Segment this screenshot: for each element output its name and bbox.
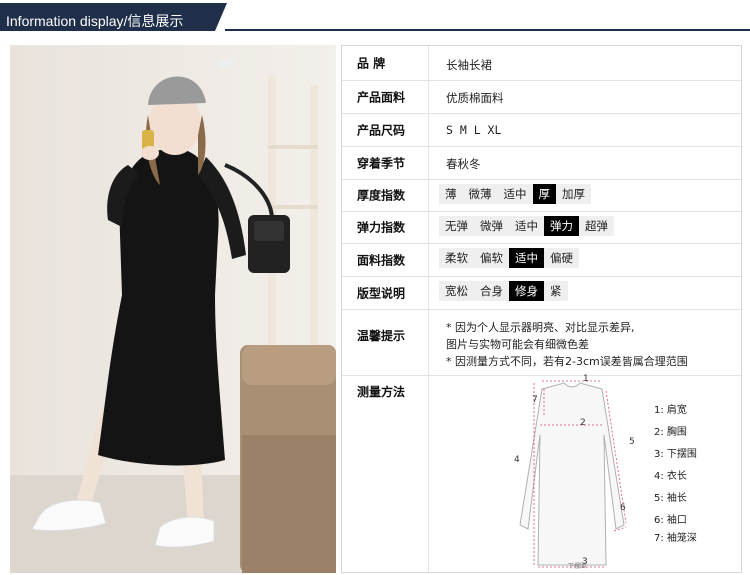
scale-row-softness: 面料指数 柔软 偏软 适中 偏硬 — [342, 243, 741, 277]
section-header: Information display/信息展示 — [0, 0, 750, 34]
measure-point: 4 — [514, 455, 520, 465]
measure-legend-item: 3: 下摆围 — [654, 449, 697, 460]
scale-row-fit: 版型说明 宽松 合身 修身紧 — [342, 276, 741, 310]
scale-options: 柔软 偏软 适中 偏硬 — [439, 248, 579, 268]
header-underline — [225, 29, 750, 31]
scale-row-thickness: 厚度指数 薄微薄 适中厚加厚 — [342, 179, 741, 212]
scale-option: 偏软 — [480, 251, 503, 265]
scale-options: 宽松 合身 修身紧 — [439, 281, 568, 301]
scale-option: 适中 — [515, 219, 538, 233]
spec-row-season: 穿着季节 春秋冬 — [342, 146, 741, 180]
scale-label: 版型说明 — [357, 286, 406, 300]
scale-row-elasticity: 弹力指数 无弹 微弹 适中 弹力 超弹 — [342, 211, 741, 244]
notice-label: 温馨提示 — [357, 329, 406, 343]
measure-point: 5 — [629, 437, 635, 447]
measure-label: 测量方法 — [357, 385, 406, 399]
scale-option: 薄 — [445, 187, 457, 201]
product-photo — [10, 45, 336, 573]
scale-option-selected: 厚 — [532, 184, 556, 204]
spec-label: 产品面料 — [357, 90, 406, 104]
scale-option-selected: 适中 — [509, 248, 544, 268]
spec-label: 穿着季节 — [357, 156, 406, 170]
spec-value: S M L XL — [446, 123, 502, 137]
scale-options: 薄微薄 适中厚加厚 — [439, 184, 591, 204]
measure-point: 7 — [532, 395, 538, 405]
spec-row-sizes: 产品尺码 S M L XL — [342, 113, 741, 147]
scale-options: 无弹 微弹 适中 弹力 超弹 — [439, 216, 614, 236]
scale-option: 合身 — [480, 284, 503, 298]
measure-legend-item: 1: 肩宽 — [654, 405, 687, 416]
measure-legend-item: 4: 衣长 — [654, 471, 687, 482]
header-tab: Information display/信息展示 — [0, 3, 227, 31]
spec-label: 产品尺码 — [357, 123, 406, 137]
measure-point: 2 — [580, 418, 586, 428]
scale-option-selected: 弹力 — [544, 216, 579, 236]
spec-table: 品 牌 长袖长裙 产品面料 优质棉面料 产品尺码 S M L XL 穿着季节 春… — [341, 45, 742, 573]
scale-label: 面料指数 — [357, 253, 406, 267]
spec-row-fabric: 产品面料 优质棉面料 — [342, 80, 741, 114]
scale-label: 弹力指数 — [357, 220, 406, 235]
measure-point: 1 — [583, 374, 589, 384]
measure-legend-item: 6: 袖口 — [654, 515, 687, 526]
scale-option: 微弹 — [480, 219, 503, 233]
scale-option: 微薄 — [468, 187, 492, 201]
measure-legend-item: 5: 袖长 — [654, 493, 687, 504]
scale-option: 紧 — [550, 284, 562, 298]
scale-option: 超弹 — [585, 219, 608, 233]
notice-line: 图片与实物可能会有细微色差 — [446, 338, 589, 351]
measure-row: 测量方法 1 2 3 4 5 6 7 下摆围 1: 肩宽 2: 胸围 3: 下摆… — [342, 374, 741, 572]
spec-value: 优质棉面料 — [446, 91, 504, 105]
notice-line: * 因为个人显示器明亮、对比显示差异, — [446, 321, 635, 334]
scale-option: 偏硬 — [550, 251, 573, 265]
scale-option: 宽松 — [445, 284, 468, 298]
measure-legend-item: 2: 胸围 — [654, 427, 687, 438]
garment-diagram — [519, 380, 627, 568]
scale-option: 加厚 — [562, 187, 585, 201]
spec-row-brand: 品 牌 长袖长裙 — [342, 46, 741, 81]
scale-option: 无弹 — [445, 219, 468, 233]
scale-option-selected: 修身 — [509, 281, 544, 301]
measure-point: 6 — [620, 503, 626, 513]
scale-option: 适中 — [503, 187, 527, 201]
spec-value: 长袖长裙 — [446, 58, 492, 72]
scale-option: 柔软 — [445, 251, 468, 265]
measure-legend-item: 7: 袖笼深 — [654, 533, 697, 544]
spec-value: 春秋冬 — [446, 157, 481, 171]
bottom-caption: 下摆围 — [568, 563, 587, 570]
notice-row: 温馨提示 * 因为个人显示器明亮、对比显示差异, 图片与实物可能会有细微色差 *… — [342, 309, 741, 376]
spec-label: 品 牌 — [357, 56, 386, 71]
scale-label: 厚度指数 — [357, 188, 406, 203]
header-title: Information display/信息展示 — [6, 13, 184, 29]
model-illustration — [10, 45, 336, 573]
notice-line: * 因测量方式不同，若有2-3cm误差皆属合理范围 — [446, 355, 688, 368]
